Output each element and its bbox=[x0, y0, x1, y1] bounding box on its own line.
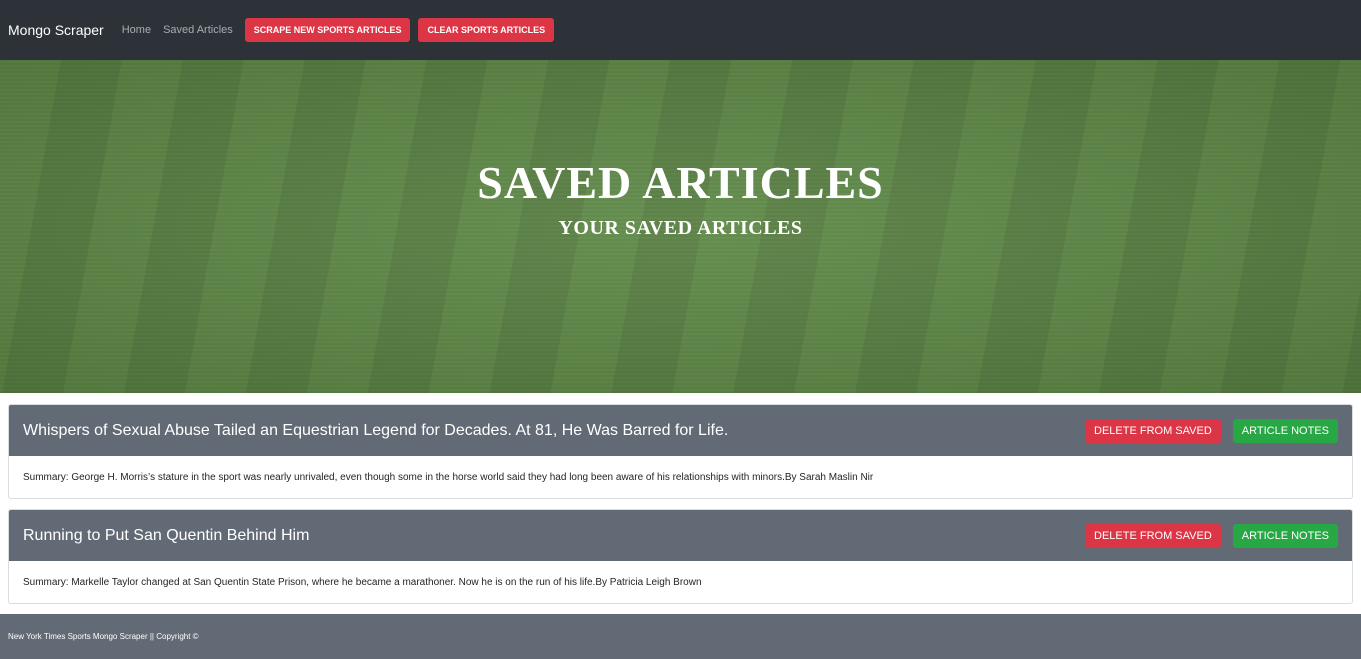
article-title[interactable]: Whispers of Sexual Abuse Tailed an Eques… bbox=[23, 422, 728, 440]
article-actions: DELETE FROM SAVED ARTICLE NOTES bbox=[1085, 418, 1338, 443]
delete-from-saved-button[interactable]: DELETE FROM SAVED bbox=[1085, 418, 1221, 443]
article-card: Running to Put San Quentin Behind Him DE… bbox=[8, 509, 1353, 604]
scrape-articles-button[interactable]: SCRAPE NEW SPORTS ARTICLES bbox=[244, 18, 411, 42]
footer-text: New York Times Sports Mongo Scraper || C… bbox=[8, 632, 199, 641]
article-summary: Summary: George H. Morris’s stature in t… bbox=[23, 471, 874, 483]
brand-link[interactable]: Mongo Scraper bbox=[8, 22, 104, 38]
clear-articles-button[interactable]: CLEAR SPORTS ARTICLES bbox=[418, 18, 555, 42]
article-card-header: Whispers of Sexual Abuse Tailed an Eques… bbox=[9, 405, 1352, 456]
footer: New York Times Sports Mongo Scraper || C… bbox=[0, 614, 1361, 659]
article-card-header: Running to Put San Quentin Behind Him DE… bbox=[9, 510, 1352, 561]
hero-title: SAVED ARTICLES bbox=[477, 157, 884, 208]
article-actions: DELETE FROM SAVED ARTICLE NOTES bbox=[1085, 523, 1338, 548]
nav-link-home[interactable]: Home bbox=[122, 24, 151, 36]
hero-subtitle: YOUR SAVED ARTICLES bbox=[558, 217, 803, 239]
delete-from-saved-button[interactable]: DELETE FROM SAVED bbox=[1085, 523, 1221, 548]
article-notes-button[interactable]: ARTICLE NOTES bbox=[1232, 418, 1338, 443]
nav-link-saved-articles[interactable]: Saved Articles bbox=[163, 24, 233, 36]
article-title[interactable]: Running to Put San Quentin Behind Him bbox=[23, 527, 309, 545]
navbar: Mongo Scraper Home Saved Articles SCRAPE… bbox=[0, 0, 1361, 60]
article-summary: Summary: Markelle Taylor changed at San … bbox=[23, 576, 702, 588]
article-card: Whispers of Sexual Abuse Tailed an Eques… bbox=[8, 404, 1353, 499]
article-notes-button[interactable]: ARTICLE NOTES bbox=[1232, 523, 1338, 548]
hero-banner: SAVED ARTICLES YOUR SAVED ARTICLES bbox=[0, 60, 1361, 393]
